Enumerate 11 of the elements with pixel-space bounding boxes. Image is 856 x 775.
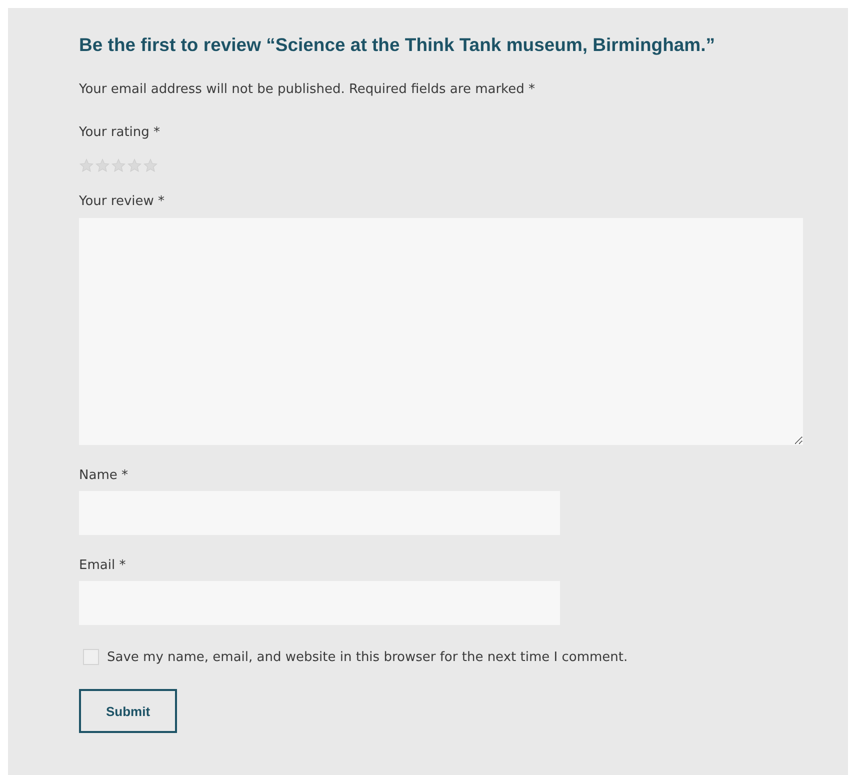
submit-button[interactable]: Submit — [79, 689, 177, 733]
field-label: Your rating * — [79, 125, 162, 140]
review-field[interactable] — [79, 218, 803, 445]
field-label: Email * — [79, 558, 127, 573]
notice-text: Your email address will not be published. Required fields are marked * — [79, 82, 536, 97]
field-label: Name * — [79, 468, 129, 483]
field-label: Your review * — [79, 194, 166, 209]
star-rating[interactable] — [79, 158, 158, 173]
form-heading: Be the first to review “Science at the Think Tank museum, Birmingham.” — [79, 34, 716, 56]
checkbox[interactable] — [83, 649, 99, 665]
checkbox-label: Save my name, email, and website in this browser for the next time I comment. — [107, 650, 628, 664]
